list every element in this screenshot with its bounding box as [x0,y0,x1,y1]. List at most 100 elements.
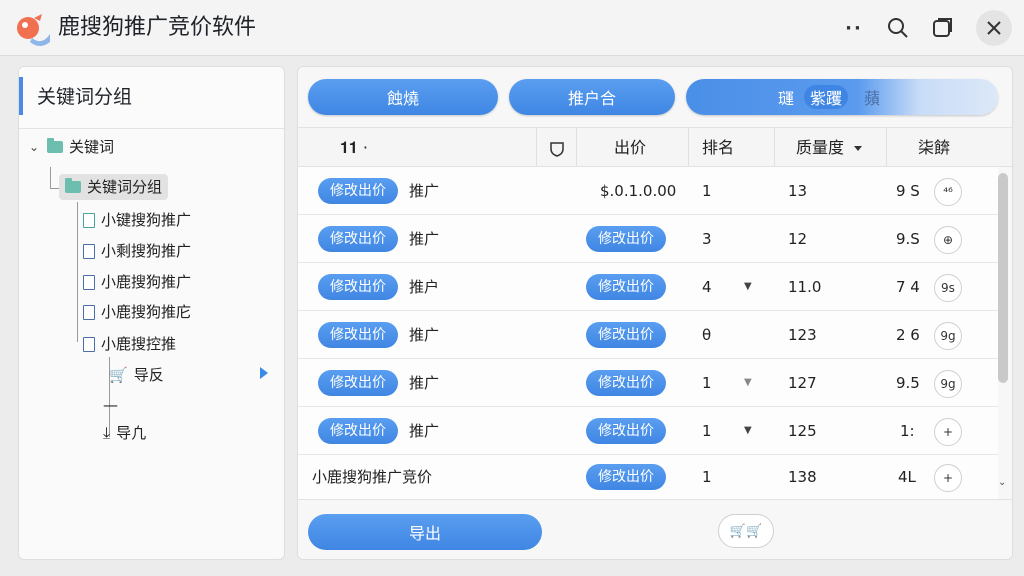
price-value: $.0.1.0.00 [600,182,677,200]
tree-item-keywords[interactable]: ⌄ 关键词 [29,136,114,158]
tree-divider: — [103,396,118,414]
keyword-name: 推广 [409,326,440,344]
table-row[interactable]: 小鹿搜狗推广竞价 修改出价 1 138 4L + [298,455,998,499]
tree-item-label: 小鹿搜狗推广 [101,273,192,291]
quality-value: 127 [788,374,817,392]
more-icon[interactable]: ·· [836,10,872,46]
rank-dropdown-icon[interactable]: ▼ [744,359,752,407]
toolbar-button-2[interactable]: 推户合 [509,79,675,115]
column-header-rank[interactable]: 排名 [702,128,734,168]
tree-item-label: 小剩搜狗推广 [101,242,192,260]
restore-icon[interactable] [924,10,960,46]
search-icon[interactable] [880,10,916,46]
rank-value: 1 [702,422,712,440]
column-divider [576,128,577,168]
toolbar-segmented-button[interactable]: 璭 紫躩 蘋 [686,79,998,115]
edit-bid-button[interactable]: 修改出价 [586,322,666,348]
edit-bid-button[interactable]: 修改出价 [318,226,398,252]
app-title: 鹿搜狗推广竞价软件 [58,15,257,40]
score-value: 9.5 [896,374,920,392]
row-action-icon[interactable]: 9g [934,370,962,398]
column-divider [536,128,537,168]
download-icon: ⤓ [103,423,111,442]
row-action-icon[interactable]: ⁴⁶ [934,178,962,206]
edit-bid-button[interactable]: 修改出价 [318,322,398,348]
table-row[interactable]: 修改出价 推广 修改出价 θ 123 2 6 9g [298,311,998,359]
tree-item-label: 导反 [133,366,164,384]
edit-bid-button[interactable]: 修改出价 [318,418,398,444]
shield-icon[interactable] [548,128,566,168]
column-header-price[interactable]: 出价 [614,128,646,168]
row-action-icon[interactable]: + [934,418,962,446]
table-row[interactable]: 修改出价 推广 修改出价 1 ▼ 127 9.5 9g [298,359,998,407]
folder-icon [47,138,63,153]
tree-item-import[interactable]: 🛒 导反 [109,364,164,386]
tree-connector [77,202,78,342]
tree-connector [50,167,51,189]
chevron-down-icon[interactable]: ⌄ [29,136,43,158]
quality-value: 11.0 [788,278,822,296]
edit-bid-button[interactable]: 修改出价 [586,226,666,252]
row-action-icon[interactable]: 9g [934,322,962,350]
tree-item-label: 小鹿搜控推 [101,335,177,353]
column-header-score[interactable]: 柒餴 [918,128,950,168]
rank-value: 1 [702,374,712,392]
document-icon [83,243,95,259]
edit-bid-button[interactable]: 修改出价 [586,418,666,444]
title-bar: 鹿搜狗推广竞价软件 ·· [0,0,1024,56]
tree-item-export[interactable]: ⤓ 导凢 [103,422,146,444]
tree-item-label: 导凢 [116,424,147,442]
score-value: 1: [900,422,915,440]
edit-bid-button[interactable]: 修改出价 [318,178,398,204]
table-row[interactable]: 修改出价 推广 $.0.1.0.00 1 13 9 S ⁴⁶ [298,167,998,215]
segment-c[interactable]: 蘋 [864,85,880,109]
tree-item-keyword-group[interactable]: 关键词分组 [59,174,169,200]
score-value: 4L [898,468,916,486]
rank-value: 3 [702,230,712,248]
score-value: 9 S [896,182,920,200]
table-row[interactable]: 修改出价 推广 修改出价 1 ▼ 125 1: + [298,407,998,455]
rank-value: 4 [702,278,712,296]
expand-arrow-icon[interactable] [260,367,268,379]
document-icon [83,336,95,352]
rank-value: 1 [702,182,712,200]
document-icon [83,274,95,290]
edit-bid-button[interactable]: 修改出价 [318,370,398,396]
column-header-quality[interactable]: 质量度 [796,128,863,168]
vertical-scrollbar[interactable] [996,171,1008,499]
edit-bid-button[interactable]: 修改出价 [586,274,666,300]
close-button[interactable] [976,10,1012,46]
tree-item-campaign[interactable]: 小剩搜狗推广 [83,240,191,262]
table-row[interactable]: 修改出价 推户 修改出价 4 ▼ 11.0 7 4 9s [298,263,998,311]
column-divider [886,128,887,168]
edit-bid-button[interactable]: 修改出价 [586,464,666,490]
tree-item-campaign[interactable]: 小鹿搜控推 [83,333,176,355]
column-divider [688,128,689,168]
keyword-table-panel: 蝕燒 推户合 璭 紫躩 蘋 𝟏𝟏 · 出价 排名 质量度 柒餴 修改出价 推广 … [297,66,1013,560]
edit-bid-button[interactable]: 修改出价 [586,370,666,396]
scrollbar-thumb[interactable] [998,173,1008,383]
toolbar-button-1[interactable]: 蝕燒 [308,79,498,115]
sort-arrow-icon[interactable] [854,146,863,151]
scroll-down-icon[interactable]: ⌄ [998,477,1006,488]
row-action-icon[interactable]: ⊕ [934,226,962,254]
edit-bid-button[interactable]: 修改出价 [318,274,398,300]
tree-item-label: 关键词 [69,138,115,156]
row-action-icon[interactable]: + [934,464,962,492]
header-accent-bar [19,77,23,115]
segment-a[interactable]: 璭 [778,85,794,109]
panel-header: 关键词分组 [19,67,284,129]
row-action-icon[interactable]: 9s [934,274,962,302]
rank-dropdown-icon[interactable]: ▼ [744,263,752,311]
tree-item-campaign[interactable]: 小键搜狗推广 [83,209,191,231]
export-button[interactable]: 导出 [308,514,542,550]
column-header-keyword[interactable]: 𝟏𝟏 · [340,128,368,168]
cart-button[interactable]: 🛒🛒 [718,514,774,548]
tree-item-label: 小鹿搜狗推庀 [101,303,192,321]
segment-b[interactable]: 紫躩 [804,85,849,109]
tree-item-campaign[interactable]: 小鹿搜狗推广 [83,271,191,293]
rank-dropdown-icon[interactable]: ▼ [744,407,752,455]
quality-value: 138 [788,468,817,486]
tree-item-campaign[interactable]: 小鹿搜狗推庀 [83,301,191,323]
table-row[interactable]: 修改出价 推广 修改出价 3 12 9.S ⊕ [298,215,998,263]
